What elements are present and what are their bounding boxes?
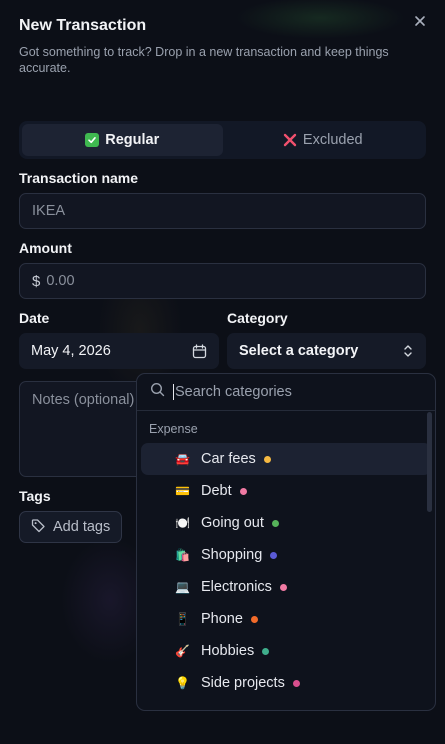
add-tags-label: Add tags bbox=[53, 519, 111, 535]
currency-prefix: $ bbox=[32, 272, 41, 290]
category-emoji-icon: 🎸 bbox=[175, 644, 190, 658]
category-option[interactable]: 🚘 Car fees bbox=[141, 443, 431, 475]
notes-placeholder: Notes (optional) bbox=[32, 392, 135, 408]
category-color-dot bbox=[270, 551, 278, 559]
category-option-label: Electronics bbox=[201, 579, 272, 595]
category-option-label: Hobbies bbox=[201, 643, 255, 659]
category-emoji-icon: 🍽️ bbox=[175, 516, 190, 530]
category-emoji-icon: 💡 bbox=[175, 676, 190, 690]
category-option-label: Car fees bbox=[201, 451, 256, 467]
category-label: Category bbox=[227, 310, 288, 326]
date-value: May 4, 2026 bbox=[31, 343, 111, 359]
category-option-label: Shopping bbox=[201, 547, 263, 563]
calendar-icon bbox=[192, 343, 207, 359]
category-option[interactable]: 💡 Side projects bbox=[141, 667, 431, 699]
category-color-dot bbox=[292, 679, 300, 687]
tag-icon bbox=[31, 518, 46, 537]
close-icon[interactable] bbox=[413, 14, 427, 28]
category-dropdown: Expense 🚘 Car fees 💳 Debt 🍽️ Going out 🛍️ Shopp… bbox=[136, 373, 436, 711]
category-emoji-icon: 🚘 bbox=[175, 452, 190, 466]
category-select[interactable]: Select a category bbox=[227, 333, 426, 369]
dialog-title: New Transaction bbox=[19, 17, 147, 34]
new-transaction-dialog: New Transaction Got something to track? … bbox=[0, 0, 445, 744]
category-option[interactable]: 📱 Phone bbox=[141, 603, 431, 635]
check-icon bbox=[85, 133, 100, 147]
category-option[interactable]: 🎸 Hobbies bbox=[141, 635, 431, 667]
date-label: Date bbox=[19, 310, 50, 326]
category-list: 🚘 Car fees 💳 Debt 🍽️ Going out 🛍️ Shopping 💻 Elec… bbox=[137, 443, 435, 699]
transaction-name-input[interactable]: IKEA bbox=[19, 193, 426, 229]
category-color-dot bbox=[271, 519, 279, 527]
category-group-label: Expense bbox=[149, 422, 198, 436]
dialog-subtitle: Got something to track? Drop in a new tr… bbox=[19, 45, 389, 75]
category-color-dot bbox=[262, 647, 270, 655]
category-emoji-icon: 💳 bbox=[175, 484, 190, 498]
add-tags-button[interactable]: Add tags bbox=[19, 511, 123, 543]
category-emoji-icon: 💻 bbox=[175, 580, 190, 594]
category-option-label: Side projects bbox=[201, 675, 285, 691]
category-option[interactable]: 💳 Debt bbox=[141, 475, 431, 507]
category-option-label: Phone bbox=[201, 611, 243, 627]
category-emoji-icon: 📱 bbox=[175, 612, 190, 626]
excluded-toggle-button[interactable]: Excluded bbox=[223, 124, 424, 156]
regular-label: Regular bbox=[105, 132, 160, 148]
category-option[interactable]: 🛍️ Shopping bbox=[141, 539, 431, 571]
category-select-value: Select a category bbox=[239, 343, 359, 359]
category-search-bar bbox=[137, 374, 435, 411]
date-picker-button[interactable]: May 4, 2026 bbox=[19, 333, 219, 369]
chevron-up-down-icon bbox=[402, 344, 414, 358]
dropdown-scrollbar[interactable] bbox=[427, 412, 432, 512]
category-option[interactable]: 🍽️ Going out bbox=[141, 507, 431, 539]
category-color-dot bbox=[279, 583, 287, 591]
category-emoji-icon: 🛍️ bbox=[175, 548, 190, 562]
category-color-dot bbox=[250, 615, 258, 623]
category-option-label: Going out bbox=[201, 515, 264, 531]
tags-label: Tags bbox=[19, 488, 51, 504]
category-option[interactable]: 💻 Electronics bbox=[141, 571, 431, 603]
transaction-name-label: Transaction name bbox=[19, 170, 139, 186]
category-color-dot bbox=[239, 487, 247, 495]
excluded-label: Excluded bbox=[302, 132, 363, 148]
amount-input[interactable]: $ 0.00 bbox=[19, 263, 426, 299]
cross-icon bbox=[283, 133, 297, 147]
transaction-type-toggle: Regular Excluded bbox=[19, 121, 426, 159]
category-color-dot bbox=[263, 455, 271, 463]
regular-toggle-button[interactable]: Regular bbox=[22, 124, 223, 156]
search-icon bbox=[150, 382, 165, 402]
amount-placeholder: 0.00 bbox=[46, 273, 75, 289]
category-search-input[interactable] bbox=[173, 384, 413, 400]
amount-label: Amount bbox=[19, 240, 72, 256]
transaction-name-placeholder: IKEA bbox=[32, 203, 66, 219]
category-option-label: Debt bbox=[201, 483, 232, 499]
